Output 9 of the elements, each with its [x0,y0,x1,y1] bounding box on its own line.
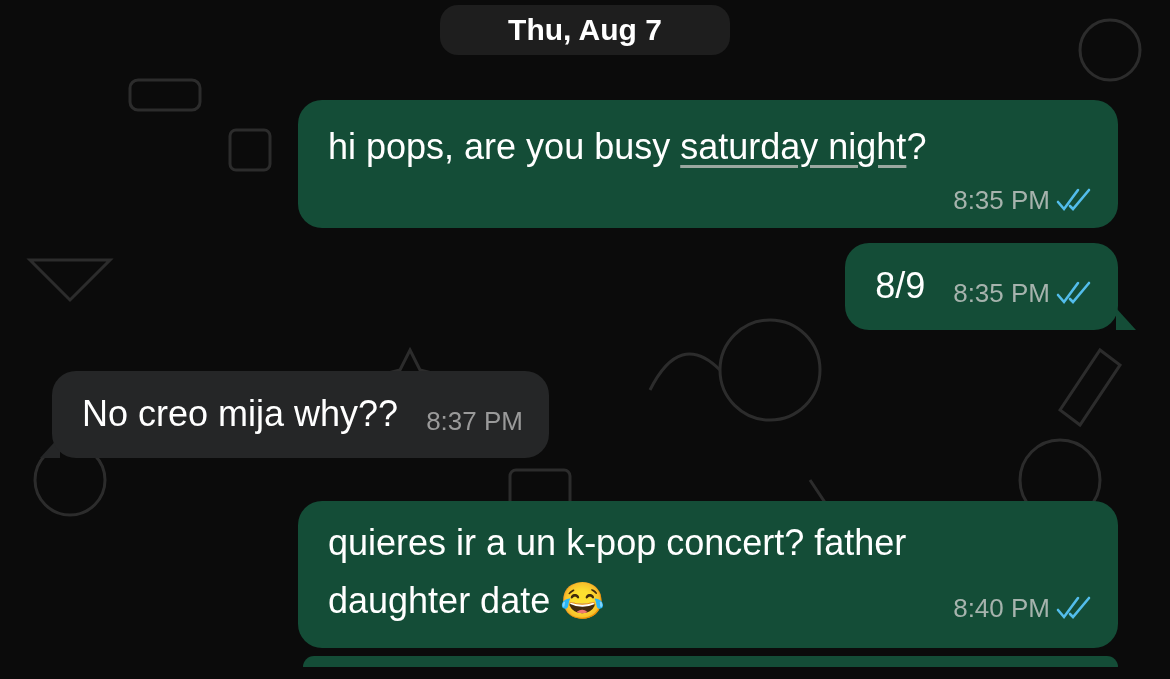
message-time: 8:40 PM [953,593,1050,623]
message-time: 8:35 PM [953,185,1050,215]
message-text: No creo mija why?? [82,392,399,436]
message-text: 8/9 [875,264,926,308]
message-time: 8:35 PM [953,278,1050,308]
message-time: 8:37 PM [426,406,523,436]
date-separator: Thu, Aug 7 [440,5,730,55]
message-text: quieres ir a un k-pop concert? father daughter date 😂 [328,521,908,623]
message-text: hi pops, are you busy saturday night? [328,125,927,169]
